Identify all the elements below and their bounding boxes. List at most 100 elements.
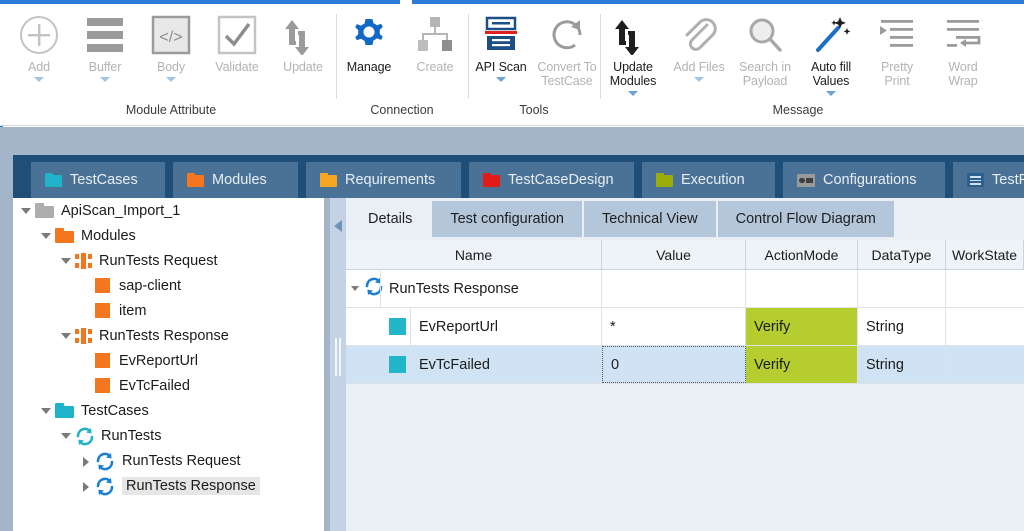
ribbon-button-manage[interactable]: Manage xyxy=(336,10,402,74)
ribbon-button-search-in-payload[interactable]: Search in Payload xyxy=(732,10,798,88)
grid-row[interactable]: EvReportUrl * Verify String xyxy=(346,308,1024,346)
tree-item-runtests-request[interactable]: RunTests Request xyxy=(13,448,324,473)
expander-open-icon[interactable] xyxy=(59,329,73,343)
splitter-grip[interactable] xyxy=(334,338,342,376)
ribbon-button-label: Update Modules xyxy=(609,60,657,88)
grid-cell-value[interactable] xyxy=(602,270,746,307)
row-indent xyxy=(346,277,383,300)
expander-open-icon[interactable] xyxy=(19,204,33,218)
ribbon-button-validate[interactable]: Validate xyxy=(204,10,270,74)
grid-cell-datatype[interactable]: String xyxy=(858,308,946,345)
expander-open-icon[interactable] xyxy=(59,429,73,443)
grid-row[interactable]: RunTests Response xyxy=(346,270,1024,308)
grid-cell-actionmode[interactable]: Verify xyxy=(746,346,858,383)
detail-tab-control-flow-diagram[interactable]: Control Flow Diagram xyxy=(717,201,894,237)
chevron-down-icon[interactable] xyxy=(694,77,704,82)
folder-tab-execution[interactable]: Execution xyxy=(642,162,775,198)
ribbon-button-label: Body xyxy=(156,60,186,74)
ribbon-group-message: Update Modules Add Files Search in Payload… xyxy=(600,4,996,125)
grid-cell-value[interactable]: 0 xyxy=(602,346,746,383)
grid-cell-datatype[interactable]: String xyxy=(858,346,946,383)
tree-item-runtests[interactable]: RunTests xyxy=(13,423,324,448)
folder-icon xyxy=(55,228,74,243)
grid-cell-actionmode[interactable]: Verify xyxy=(746,308,858,345)
tree-item-modules[interactable]: Modules xyxy=(13,223,324,248)
chevron-down-icon[interactable] xyxy=(166,77,176,82)
grid-column-header-value[interactable]: Value xyxy=(602,240,746,269)
tree-item-evreporturl[interactable]: EvReportUrl xyxy=(13,348,324,373)
detail-tab-details[interactable]: Details xyxy=(350,201,431,237)
tree-item-label: EvTcFailed xyxy=(119,377,190,394)
add-circle-icon xyxy=(19,12,59,58)
ribbon-button-update-modules[interactable]: Update Modules xyxy=(600,10,666,96)
chevron-down-icon[interactable] xyxy=(100,77,110,82)
collapse-left-arrow-icon[interactable] xyxy=(333,218,343,234)
grid-row[interactable]: EvTcFailed 0 Verify String xyxy=(346,346,1024,384)
expander-closed-icon[interactable] xyxy=(79,479,93,493)
ribbon-button-update[interactable]: Update xyxy=(270,10,336,74)
folder-tab-testcasedesign[interactable]: TestCaseDesign xyxy=(469,162,634,198)
tree-item-runtests-response[interactable]: RunTests Response xyxy=(13,323,324,348)
grid-column-header-workstate[interactable]: WorkState xyxy=(946,240,1024,269)
folder-tab-label: Execution xyxy=(681,172,745,188)
grid-cell-value[interactable]: * xyxy=(602,308,746,345)
ribbon-button-auto-fill-values[interactable]: Auto fill Values xyxy=(798,10,864,96)
tree-item-item[interactable]: item xyxy=(13,298,324,323)
ribbon-button-label: Pretty Print xyxy=(880,60,914,88)
chevron-down-icon[interactable] xyxy=(826,91,836,96)
tree-item-testcases[interactable]: TestCases xyxy=(13,398,324,423)
folder-tab-testcases[interactable]: TestCases xyxy=(31,162,165,198)
detail-tab-technical-view[interactable]: Technical View xyxy=(583,201,716,237)
expander-open-icon[interactable] xyxy=(39,404,53,418)
grid-cell-workstate[interactable] xyxy=(946,270,1024,307)
grid-cell-name[interactable]: EvReportUrl xyxy=(346,308,602,345)
ribbon-button-word-wrap[interactable]: Word Wrap xyxy=(930,10,996,88)
tree-item-runtests-response[interactable]: RunTests Response xyxy=(13,473,324,498)
ribbon-button-label: Create xyxy=(416,60,454,74)
grid-column-header-datatype[interactable]: DataType xyxy=(858,240,946,269)
grid-column-header-name[interactable]: Name xyxy=(346,240,602,269)
panel-splitter[interactable] xyxy=(330,198,346,531)
folder-tab-testplan[interactable]: TestPlan xyxy=(953,162,1024,198)
detail-tab-test-configuration[interactable]: Test configuration xyxy=(432,201,582,237)
ribbon-button-api-scan[interactable]: API Scan xyxy=(468,10,534,82)
ribbon-button-convert-to-testcase[interactable]: Convert To TestCase xyxy=(534,10,600,88)
expander-open-icon[interactable] xyxy=(39,229,53,243)
tree-item-apiscan_import_1[interactable]: ApiScan_Import_1 xyxy=(13,198,324,223)
folder-tab-modules[interactable]: Modules xyxy=(173,162,298,198)
tree-item-sap-client[interactable]: sap-client xyxy=(13,273,324,298)
tree-item-runtests-request[interactable]: RunTests Request xyxy=(13,248,324,273)
grid-cell-workstate[interactable] xyxy=(946,346,1024,383)
tree-item-evtcfailed[interactable]: EvTcFailed xyxy=(13,373,324,398)
ribbon-group-connection: Manage Create Connection xyxy=(336,4,468,125)
plug-icon xyxy=(75,252,92,269)
grid-cell-name[interactable]: RunTests Response xyxy=(346,270,602,307)
chevron-down-icon[interactable] xyxy=(496,77,506,82)
chevron-down-icon[interactable] xyxy=(628,91,638,96)
ribbon-button-buffer[interactable]: Buffer xyxy=(72,10,138,82)
folder-tab-configurations[interactable]: Configurations xyxy=(783,162,945,198)
grid-cell-datatype[interactable] xyxy=(858,270,946,307)
folder-tab-requirements[interactable]: Requirements xyxy=(306,162,461,198)
refresh-blue-icon xyxy=(95,477,115,495)
ribbon-button-body[interactable]: </> Body xyxy=(138,10,204,82)
grid-cell-workstate[interactable] xyxy=(946,308,1024,345)
expander-open-icon[interactable] xyxy=(350,282,362,296)
ribbon-button-add[interactable]: Add xyxy=(6,10,72,82)
grid-column-header-actionmode[interactable]: ActionMode xyxy=(746,240,858,269)
svg-text:</>: </> xyxy=(159,29,182,46)
ribbon-button-pretty-print[interactable]: Pretty Print xyxy=(864,10,930,88)
grid-cell-actionmode[interactable] xyxy=(746,270,858,307)
code-body-icon: </> xyxy=(151,12,191,58)
expander-open-icon[interactable] xyxy=(59,254,73,268)
expander-closed-icon[interactable] xyxy=(79,454,93,468)
project-tree-panel[interactable]: ApiScan_Import_1 Modules RunTests Request s… xyxy=(13,198,324,531)
parameter-grid[interactable]: Name Value ActionMode DataType WorkState RunT… xyxy=(346,240,1024,384)
folder-tab-label: TestCaseDesign xyxy=(508,172,614,188)
ribbon-button-add-files[interactable]: Add Files xyxy=(666,10,732,82)
chevron-down-icon[interactable] xyxy=(34,77,44,82)
ribbon-button-create[interactable]: Create xyxy=(402,10,468,74)
grid-cell-name[interactable]: EvTcFailed xyxy=(346,346,602,383)
